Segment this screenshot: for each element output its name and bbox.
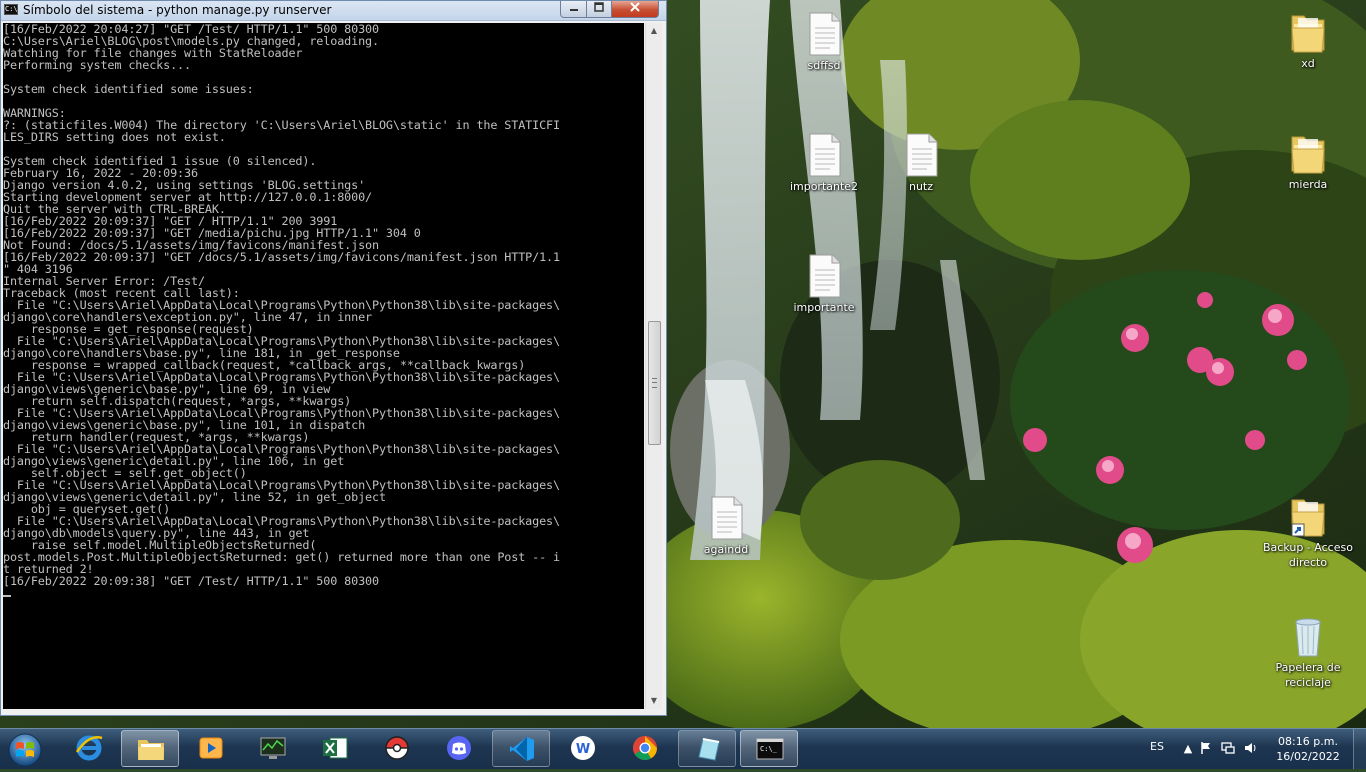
window-title: Símbolo del sistema - python manage.py r…	[23, 3, 332, 17]
network-monitor-icon	[1221, 742, 1235, 754]
desktop-icon-label: Papelera de reciclaje	[1275, 661, 1341, 689]
svg-text:W: W	[576, 742, 590, 757]
desktop-icon-mierda[interactable]: mierda	[1268, 131, 1348, 192]
taskbar-app-excel[interactable]	[306, 730, 364, 767]
action-center-flag-icon[interactable]	[1198, 741, 1214, 757]
taskbar-clock[interactable]: 08:16 p.m. 16/02/2022	[1268, 734, 1348, 764]
notes-app-icon	[698, 738, 720, 761]
minimize-button[interactable]	[560, 1, 587, 18]
taskbar-app-media-center[interactable]	[182, 730, 240, 767]
network-icon[interactable]	[1220, 741, 1236, 757]
language-indicator[interactable]: ES	[1150, 740, 1164, 753]
maximize-button[interactable]	[586, 1, 612, 18]
desktop-icon-nutz[interactable]: nutz	[881, 133, 961, 194]
media-center-icon	[199, 737, 223, 759]
file-explorer-icon	[138, 740, 164, 760]
text-file-icon	[906, 133, 938, 177]
folder-icon	[1291, 15, 1325, 53]
command-prompt-icon: C:\_	[756, 738, 784, 760]
close-button[interactable]	[611, 1, 659, 18]
command-prompt-window[interactable]: C:\ Símbolo del sistema - python manage.…	[0, 0, 667, 716]
desktop-icon-label: Backup - Acceso directo	[1263, 541, 1353, 569]
desktop-icon-sdffsd[interactable]: sdffsd	[784, 12, 864, 73]
desktop-icon-backup-shortcut[interactable]: Backup - Acceso directo	[1262, 494, 1354, 570]
desktop-icon-label: nutz	[908, 180, 934, 193]
taskbar-app-w[interactable]: W	[554, 730, 612, 767]
chrome-icon	[632, 736, 657, 761]
system-tray: ES ▲ 08:16 p.m. 16/02/2022	[1136, 729, 1366, 769]
task-manager-icon	[260, 737, 286, 759]
taskbar-app-pokeball[interactable]	[368, 730, 426, 767]
desktop-icon-importante[interactable]: importante	[784, 254, 864, 315]
vertical-scrollbar[interactable]: ▲ ▼	[645, 23, 662, 709]
volume-icon[interactable]	[1242, 741, 1258, 757]
taskbar-app-vscode[interactable]	[492, 730, 550, 767]
svg-text:C:\_: C:\_	[760, 745, 778, 753]
discord-icon	[447, 736, 471, 760]
recycle-bin-icon	[1295, 618, 1321, 657]
title-icon-text: C:\	[5, 5, 18, 13]
windows-start-orb-icon	[8, 733, 42, 767]
taskbar-app-chrome[interactable]	[616, 730, 674, 767]
desktop-icon-xd[interactable]: xd	[1268, 10, 1348, 71]
folder-shortcut-icon	[1291, 499, 1325, 537]
desktop-icon-label: sdffsd	[807, 59, 841, 72]
text-file-icon	[809, 133, 841, 177]
desktop-icon-label: xd	[1301, 57, 1315, 70]
desktop-icon-label: importante	[793, 301, 855, 314]
console-output: [16/Feb/2022 20:04:27] "GET /Test/ HTTP/…	[3, 23, 560, 588]
show-hidden-icons-icon[interactable]: ▲	[1180, 741, 1196, 757]
command-prompt-icon: C:\	[4, 4, 18, 15]
speaker-icon	[1245, 743, 1256, 753]
clock-time: 08:16 p.m.	[1278, 735, 1338, 748]
maximize-icon	[594, 2, 604, 12]
show-desktop-button[interactable]	[1353, 729, 1366, 769]
window-titlebar[interactable]: C:\ Símbolo del sistema - python manage.…	[1, 1, 666, 21]
taskbar-app-file-explorer[interactable]	[121, 730, 179, 767]
internet-explorer-icon	[75, 735, 103, 761]
desktop-icon-recycle-bin[interactable]: Papelera de reciclaje	[1268, 614, 1348, 690]
text-file-icon	[711, 496, 743, 540]
start-button[interactable]	[3, 730, 51, 768]
scrollbar-grip-icon	[652, 378, 657, 388]
taskbar-app-command-prompt[interactable]: C:\_	[740, 730, 798, 767]
excel-icon	[323, 737, 348, 759]
scroll-up-arrow-icon[interactable]: ▲	[646, 23, 662, 39]
taskbar-app-notes[interactable]	[678, 730, 736, 767]
desktop-icon-label: mierda	[1288, 178, 1328, 191]
desktop-icon-label: againdd	[703, 543, 749, 556]
taskbar-app-task-manager[interactable]	[244, 730, 302, 767]
text-cursor	[3, 595, 11, 597]
clock-date: 16/02/2022	[1276, 750, 1340, 763]
pokeball-icon	[385, 736, 409, 760]
flag-icon	[1201, 742, 1210, 754]
close-icon	[630, 2, 640, 12]
scroll-down-arrow-icon[interactable]: ▼	[646, 693, 662, 709]
desktop-icon-label: importante2	[789, 180, 859, 193]
taskbar-app-discord[interactable]	[430, 730, 488, 767]
console-output-area[interactable]: [16/Feb/2022 20:04:27] "GET /Test/ HTTP/…	[3, 23, 644, 709]
text-file-icon	[809, 12, 841, 56]
folder-icon	[1291, 136, 1325, 174]
desktop-icon-againdd[interactable]: againdd	[686, 496, 766, 557]
scrollbar-thumb[interactable]	[648, 321, 661, 445]
text-file-icon	[809, 254, 841, 298]
desktop-icon-importante2[interactable]: importante2	[784, 133, 864, 194]
w-app-icon: W	[571, 736, 595, 760]
taskbar-app-internet-explorer[interactable]	[60, 730, 118, 767]
minimize-icon	[569, 9, 578, 11]
vscode-icon	[510, 737, 534, 761]
taskbar: W C:\_ ES ▲ 08:16 p.m. 16/02/2022	[0, 728, 1366, 769]
